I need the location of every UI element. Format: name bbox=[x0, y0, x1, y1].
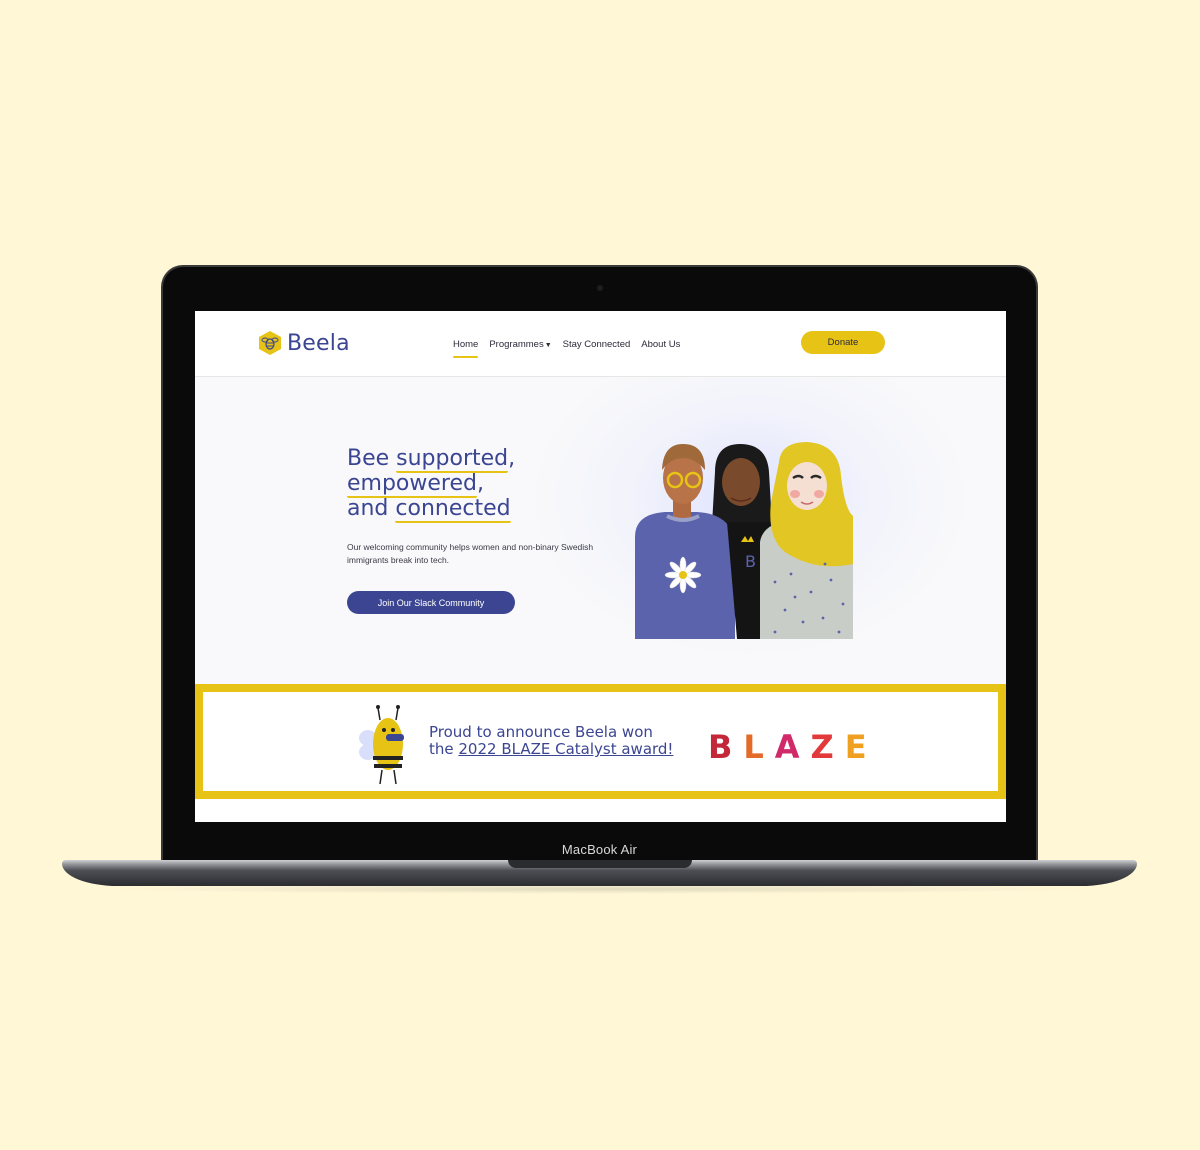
hero-title-punct: , bbox=[476, 471, 484, 496]
hero-title-line-3: and connected bbox=[347, 496, 515, 523]
award-line-2-prefix: the bbox=[429, 740, 459, 758]
laptop-shadow bbox=[100, 884, 1100, 894]
logo-text: Beela bbox=[287, 330, 350, 356]
award-line-2: the 2022 BLAZE Catalyst award! bbox=[429, 741, 673, 758]
bee-hexagon-icon bbox=[259, 331, 281, 355]
hero-title-text: Bee bbox=[347, 446, 397, 471]
nav-item-stay-connected[interactable]: Stay Connected bbox=[563, 339, 631, 354]
hero-section: Bee supported, empowered, and connected … bbox=[195, 378, 1006, 684]
three-women-illustration: B bbox=[635, 442, 853, 639]
blaze-logo[interactable]: B L A Z E bbox=[708, 728, 867, 766]
blaze-letter: A bbox=[774, 728, 800, 766]
laptop-notch bbox=[508, 860, 692, 868]
nav-item-programmes[interactable]: Programmes▼ bbox=[489, 339, 551, 354]
blaze-letter: L bbox=[743, 728, 764, 766]
hero-title-text: and bbox=[347, 496, 396, 521]
nav-item-home[interactable]: Home bbox=[453, 339, 479, 358]
svg-text:B: B bbox=[745, 552, 756, 571]
hero-title-underlined: supported bbox=[396, 446, 509, 473]
hero-title-underlined: connected bbox=[395, 496, 511, 523]
hero-title-line-2: empowered, bbox=[347, 471, 515, 498]
hero-title-underlined: empowered bbox=[347, 471, 477, 498]
camera-icon bbox=[597, 285, 603, 291]
hero-title: Bee supported, empowered, and connected bbox=[347, 446, 516, 523]
hero-title-line-1: Bee supported, bbox=[347, 446, 516, 473]
award-link[interactable]: 2022 BLAZE Catalyst award! bbox=[458, 740, 673, 758]
logo[interactable]: Beela bbox=[257, 330, 350, 356]
award-banner: Proud to announce Beela won the 2022 BLA… bbox=[195, 684, 1006, 799]
blaze-letter: E bbox=[844, 728, 867, 766]
hero-description: Our welcoming community helps women and … bbox=[347, 542, 594, 565]
browser-screen: Beela Home Programmes▼ Stay Connected Ab… bbox=[195, 311, 1006, 822]
award-line-1: Proud to announce Beela won bbox=[429, 723, 653, 741]
bee-mascot-icon bbox=[359, 705, 404, 785]
nav-item-programmes-label: Programmes bbox=[489, 339, 544, 350]
join-slack-button[interactable]: Join Our Slack Community bbox=[347, 591, 515, 614]
nav-item-about-us[interactable]: About Us bbox=[641, 339, 680, 354]
main-nav: Home Programmes▼ Stay Connected About Us bbox=[453, 339, 680, 358]
hero-title-punct: , bbox=[508, 446, 516, 471]
daisy-icon bbox=[664, 556, 702, 594]
caret-down-icon: ▼ bbox=[544, 342, 552, 349]
device-label: MacBook Air bbox=[561, 842, 638, 857]
blaze-letter: Z bbox=[810, 728, 834, 766]
navbar: Beela Home Programmes▼ Stay Connected Ab… bbox=[195, 311, 1006, 377]
blaze-letter: B bbox=[708, 728, 733, 766]
donate-button[interactable]: Donate bbox=[801, 331, 885, 354]
award-text: Proud to announce Beela won the 2022 BLA… bbox=[429, 724, 673, 758]
